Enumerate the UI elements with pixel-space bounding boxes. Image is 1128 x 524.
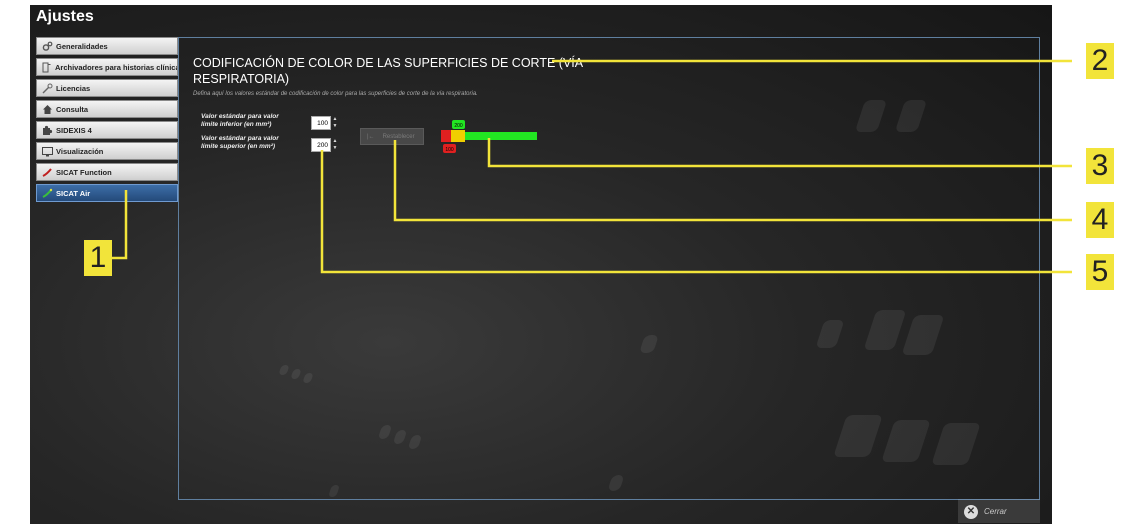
callout-1-leader bbox=[112, 190, 128, 260]
callout-4-leader bbox=[393, 140, 1072, 222]
callout-5: 5 bbox=[1086, 254, 1114, 290]
callout-1: 1 bbox=[84, 240, 112, 276]
callout-5-leader bbox=[320, 150, 1072, 274]
callout-2: 2 bbox=[1086, 43, 1114, 79]
callout-leaders bbox=[112, 59, 1072, 274]
callout-3-leader bbox=[487, 138, 1072, 168]
callout-3: 3 bbox=[1086, 148, 1114, 184]
callout-4: 4 bbox=[1086, 202, 1114, 238]
